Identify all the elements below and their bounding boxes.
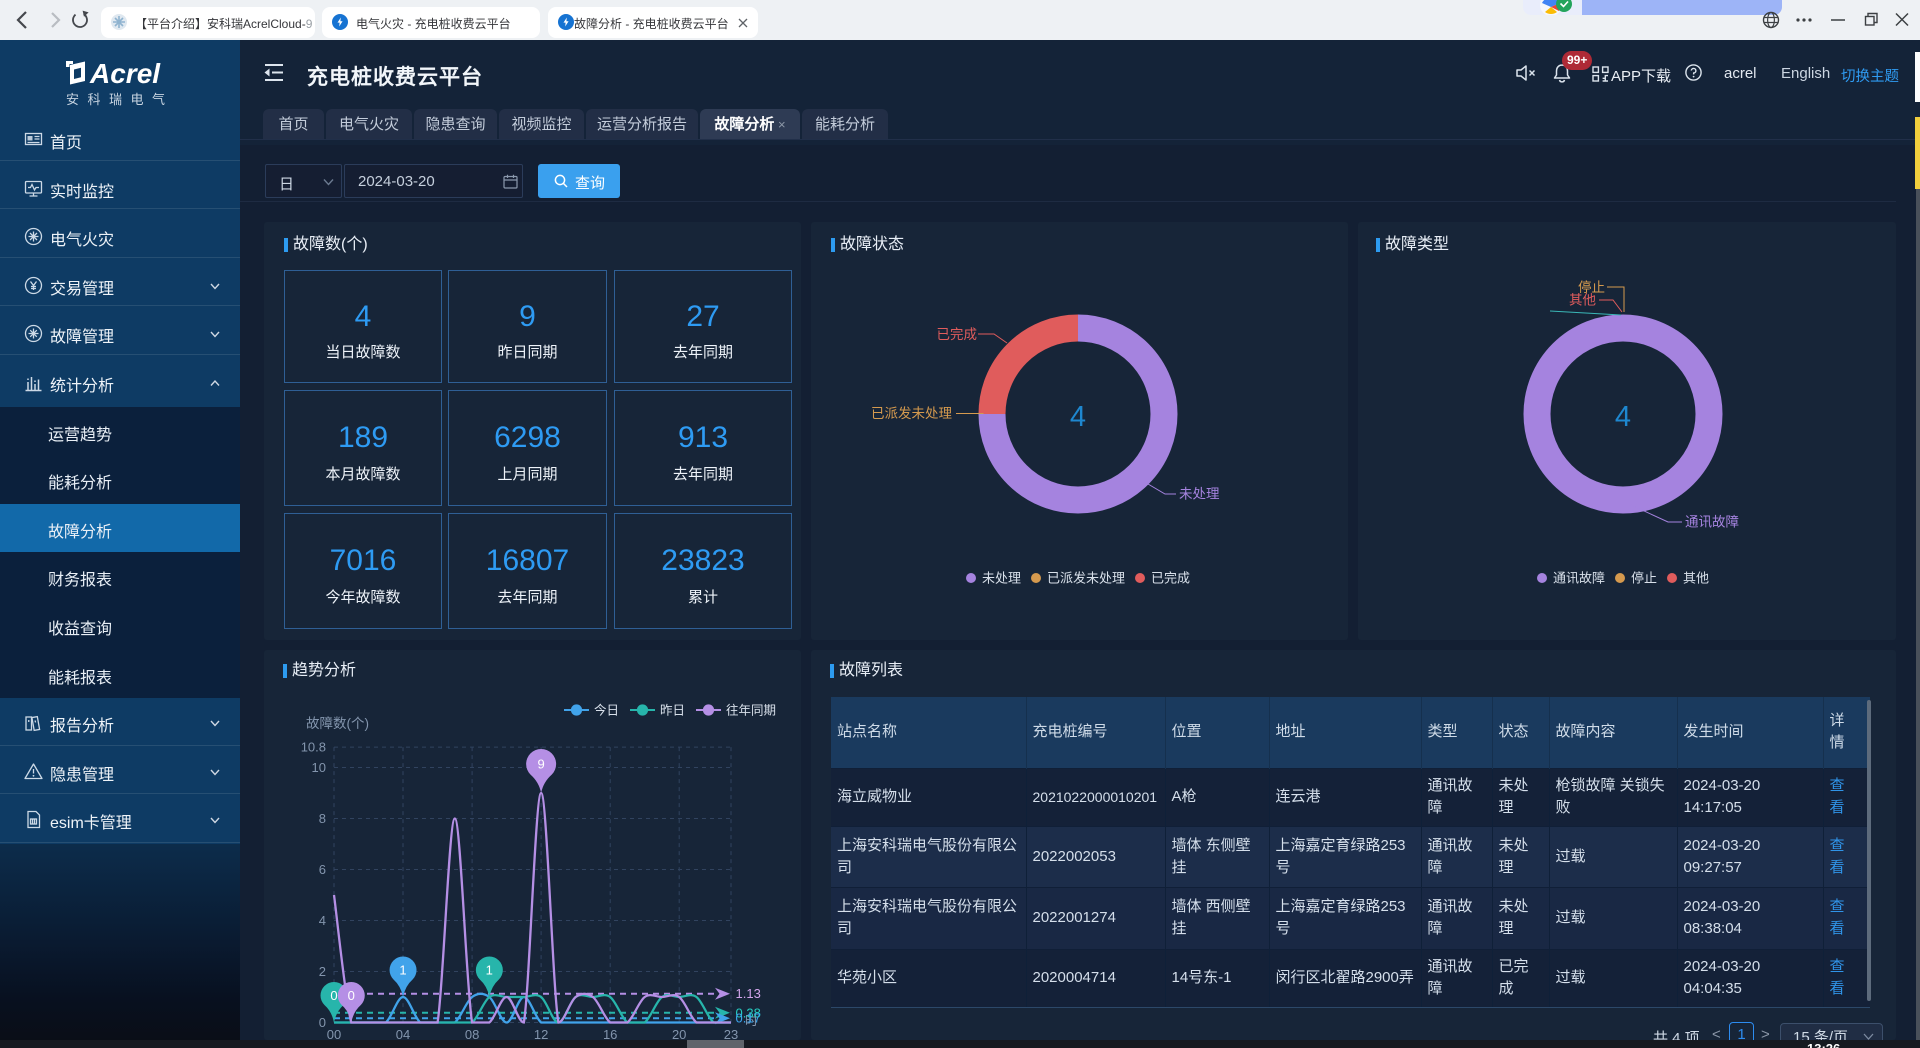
svg-text:1.13: 1.13: [736, 986, 761, 1001]
svg-text:10.8: 10.8: [301, 740, 326, 755]
svg-text:通讯故障: 通讯故障: [1685, 515, 1739, 530]
svg-text:昨日: 昨日: [660, 704, 685, 718]
svg-text:已完成: 已完成: [1151, 571, 1190, 586]
svg-text:04: 04: [396, 1027, 410, 1040]
svg-text:1: 1: [399, 963, 406, 978]
svg-text:0: 0: [330, 988, 337, 1003]
svg-text:未处理: 未处理: [982, 571, 1021, 586]
svg-text:0.17: 0.17: [736, 1011, 761, 1026]
svg-text:10: 10: [312, 760, 326, 775]
svg-text:已完成: 已完成: [937, 327, 978, 342]
svg-text:8: 8: [319, 811, 326, 826]
svg-text:停止: 停止: [1631, 571, 1657, 586]
svg-text:4: 4: [1615, 401, 1631, 433]
svg-text:通讯故障: 通讯故障: [1553, 571, 1605, 586]
svg-text:已派发未处理: 已派发未处理: [1047, 571, 1125, 586]
svg-text:4: 4: [319, 913, 326, 928]
svg-text:4: 4: [1070, 401, 1086, 433]
svg-text:故障数(个): 故障数(个): [306, 716, 369, 731]
svg-text:12: 12: [534, 1027, 548, 1040]
svg-text:23: 23: [724, 1027, 738, 1040]
svg-text:16: 16: [603, 1027, 617, 1040]
svg-text:6: 6: [319, 862, 326, 877]
svg-text:未处理: 未处理: [1179, 487, 1220, 502]
svg-text:其他: 其他: [1683, 571, 1709, 586]
svg-text:9: 9: [537, 757, 544, 772]
svg-text:往年同期: 往年同期: [726, 703, 776, 718]
svg-text:08: 08: [465, 1027, 479, 1040]
svg-text:0: 0: [319, 1015, 326, 1030]
svg-text:00: 00: [327, 1027, 341, 1040]
svg-text:2: 2: [319, 964, 326, 979]
svg-text:20: 20: [672, 1027, 686, 1040]
svg-text:0: 0: [348, 988, 355, 1003]
svg-text:其他: 其他: [1569, 293, 1596, 308]
svg-text:1: 1: [486, 963, 493, 978]
svg-text:Acrel: Acrel: [89, 60, 161, 87]
svg-text:今日: 今日: [594, 703, 619, 718]
svg-text:已派发未处理: 已派发未处理: [871, 406, 952, 421]
